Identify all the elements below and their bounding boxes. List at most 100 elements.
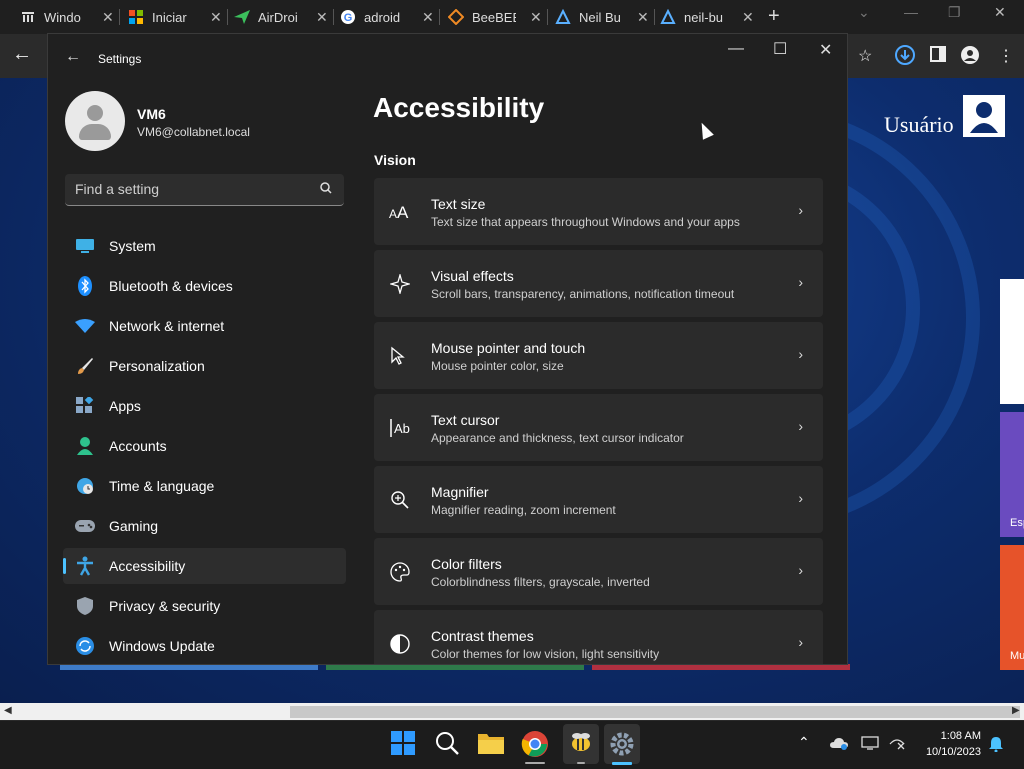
tab-title: Neil Bu [579, 9, 621, 25]
new-tab-icon[interactable]: + [768, 5, 780, 28]
airdroid-icon [234, 9, 250, 25]
browser-tab[interactable]: Windo ✕ [20, 0, 120, 34]
browser-tab[interactable]: Neil Bu ✕ [555, 0, 655, 34]
setting-card-contrast-themes[interactable]: Contrast themes Color themes for low vis… [374, 610, 823, 664]
user-email: VM6@collabnet.local [137, 125, 250, 139]
close-icon[interactable]: ✕ [316, 9, 328, 26]
restore-icon[interactable]: ❐ [948, 4, 961, 21]
file-explorer-icon[interactable] [477, 730, 505, 758]
section-heading: Vision [374, 152, 416, 168]
more-icon[interactable]: ⋮ [998, 46, 1014, 66]
clock-date: 10/10/2023 [925, 746, 981, 758]
scrollbar-thumb[interactable] [290, 706, 1020, 718]
sidebar-item-time-language[interactable]: Time & language [63, 468, 346, 504]
page-tile[interactable] [1000, 279, 1024, 404]
display-icon[interactable] [861, 736, 879, 755]
close-icon[interactable]: ✕ [994, 4, 1006, 21]
accessibility-icon [75, 556, 95, 576]
scroll-left-icon[interactable]: ◀ [4, 705, 12, 716]
tab-title: BeeBEE [472, 9, 516, 25]
profile-icon[interactable] [961, 46, 979, 69]
browser-tab[interactable]: G adroid ✕ [340, 0, 440, 34]
tile-label: Mu [1010, 650, 1024, 662]
shield-icon [75, 596, 95, 616]
sidebar-item-label: Time & language [109, 478, 215, 494]
settings-search[interactable] [65, 174, 344, 206]
search-icon[interactable] [434, 730, 462, 758]
sidebar-item-label: Windows Update [109, 638, 215, 654]
maximize-icon[interactable]: ☐ [773, 39, 787, 59]
browser-tab[interactable]: Iniciar ✕ [128, 0, 228, 34]
user-avatar-icon[interactable] [963, 95, 1005, 137]
sidebar-item-system[interactable]: System [63, 228, 346, 264]
tab-title: Iniciar [152, 9, 187, 25]
close-icon[interactable]: ✕ [637, 9, 649, 26]
contrast-icon [388, 632, 412, 656]
settings-gear-icon[interactable] [604, 724, 640, 764]
sidebar-item-label: Gaming [109, 518, 159, 534]
clock-time: 1:08 AM [940, 730, 981, 742]
wifi-icon [75, 316, 95, 336]
pointer-icon [388, 344, 412, 368]
setting-card-text-size[interactable]: AA Text size Text size that appears thro… [374, 178, 823, 245]
close-icon[interactable]: ✕ [742, 9, 754, 26]
page-tile[interactable]: Mu [1000, 545, 1024, 670]
setting-card-color-filters[interactable]: Color filters Colorblindness filters, gr… [374, 538, 823, 605]
bluetooth-icon [75, 276, 95, 296]
sidebar-item-network[interactable]: Network & internet [63, 308, 346, 344]
search-input[interactable] [75, 181, 305, 197]
sidebar-item-privacy[interactable]: Privacy & security [63, 588, 346, 624]
sidebar-item-gaming[interactable]: Gaming [63, 508, 346, 544]
running-indicator [577, 762, 585, 764]
system-clock[interactable]: 1:08 AM 10/10/2023 [915, 728, 981, 760]
chevron-up-icon[interactable]: ⌃ [798, 734, 810, 751]
chevron-right-icon: › [798, 346, 803, 362]
close-icon[interactable]: ✕ [819, 40, 832, 60]
scroll-right-icon[interactable]: ▶ [1012, 705, 1020, 716]
close-icon[interactable]: ✕ [210, 9, 222, 26]
windows-start-icon[interactable] [390, 730, 418, 758]
close-icon[interactable]: ✕ [102, 9, 114, 26]
user-avatar[interactable] [65, 91, 125, 151]
sidebar-item-windows-update[interactable]: Windows Update [63, 628, 346, 664]
close-icon[interactable]: ✕ [530, 9, 542, 26]
sidebar-item-apps[interactable]: Apps [63, 388, 346, 424]
notification-bell-icon[interactable] [988, 736, 1004, 757]
sidebar-icon[interactable] [930, 46, 946, 67]
sidebar-item-bluetooth[interactable]: Bluetooth & devices [63, 268, 346, 304]
settings-nav: System Bluetooth & devices Network & int… [63, 228, 346, 664]
browser-tab[interactable]: neil-bu ✕ [660, 0, 754, 34]
bee-app-icon[interactable] [563, 724, 599, 764]
download-icon[interactable] [894, 44, 916, 71]
card-title: Text cursor [431, 412, 500, 428]
sidebar-item-accessibility[interactable]: Accessibility [63, 548, 346, 584]
sidebar-item-label: Personalization [109, 358, 205, 374]
text-size-icon: AA [388, 200, 412, 224]
setting-card-magnifier[interactable]: Magnifier Magnifier reading, zoom increm… [374, 466, 823, 533]
browser-tab[interactable]: AirDroi ✕ [234, 0, 334, 34]
onedrive-icon[interactable] [830, 736, 848, 755]
sidebar-item-label: System [109, 238, 156, 254]
neil-icon [555, 9, 571, 25]
page-title: Accessibility [373, 92, 545, 123]
setting-card-mouse-pointer[interactable]: Mouse pointer and touch Mouse pointer co… [374, 322, 823, 389]
setting-card-visual-effects[interactable]: Visual effects Scroll bars, transparency… [374, 250, 823, 317]
back-arrow-icon[interactable]: ← [12, 43, 32, 66]
back-arrow-icon[interactable]: ← [65, 48, 81, 66]
star-icon[interactable]: ☆ [858, 46, 872, 66]
active-indicator [612, 762, 632, 765]
card-subtitle: Colorblindness filters, grayscale, inver… [431, 575, 650, 589]
chevron-down-icon[interactable]: ⌄ [858, 4, 870, 21]
chevron-right-icon: › [798, 634, 803, 650]
svg-text:Ab: Ab [394, 421, 410, 436]
sidebar-item-accounts[interactable]: Accounts [63, 428, 346, 464]
network-disconnected-icon[interactable] [888, 736, 906, 755]
sidebar-item-personalization[interactable]: Personalization [63, 348, 346, 384]
setting-card-text-cursor[interactable]: Ab Text cursor Appearance and thickness,… [374, 394, 823, 461]
browser-tab[interactable]: BeeBEE ✕ [448, 0, 548, 34]
close-icon[interactable]: ✕ [422, 9, 434, 26]
minimize-icon[interactable]: — [904, 4, 918, 20]
page-tile[interactable]: Esp [1000, 412, 1024, 537]
chrome-icon[interactable] [521, 730, 549, 758]
minimize-icon[interactable]: — [728, 40, 744, 58]
